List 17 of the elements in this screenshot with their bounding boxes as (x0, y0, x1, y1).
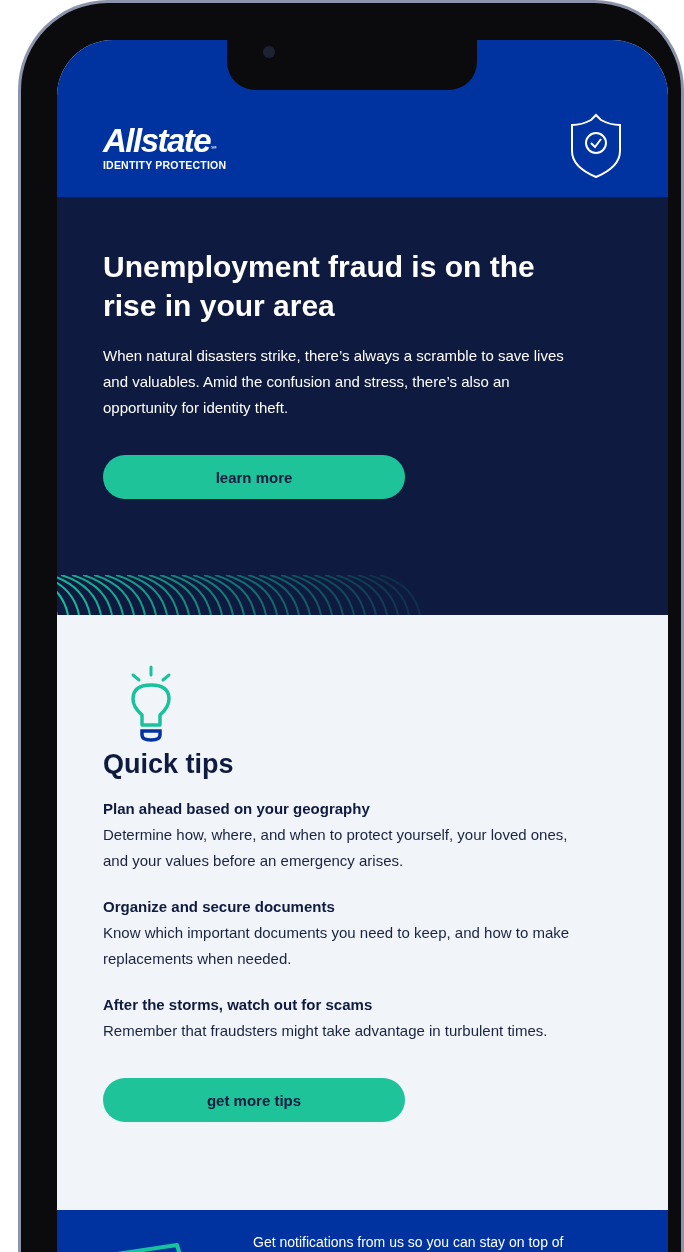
learn-more-button[interactable]: learn more (103, 455, 405, 499)
tip-title: Plan ahead based on your geography (103, 799, 371, 819)
tip-text: Remember that fraudsters might take advantage in turbulent times. (103, 1021, 549, 1041)
footer-text: Get notifications from us so you can stay on top of (253, 1234, 564, 1250)
shield-check-icon (570, 113, 622, 179)
hero-title: Unemployment fraud is on the rise in your area (103, 249, 536, 324)
get-more-tips-button[interactable]: get more tips (103, 1078, 405, 1122)
tip-text: Determine how, where, and when to protect yourself, your loved ones, and your values before an emergency arises. (103, 825, 569, 871)
tip-title: Organize and secure documents (103, 897, 336, 917)
brand-subtitle: IDENTITY PROTECTION (103, 159, 227, 171)
tip-text: Know which important documents you need to keep, and how to make replacements when needed. (103, 923, 571, 969)
camera-icon (263, 46, 275, 58)
lightbulb-icon (129, 665, 173, 743)
tip-title: After the storms, watch out for scams (103, 995, 374, 1015)
hero-text: When natural disasters strike, there’s always a scramble to save lives and valuables. Amid the confusion and stress, there’s also an opportunity for identity theft. (103, 346, 565, 418)
section-heading: Quick tips (103, 749, 234, 780)
brand-name: Allstate (103, 123, 211, 159)
